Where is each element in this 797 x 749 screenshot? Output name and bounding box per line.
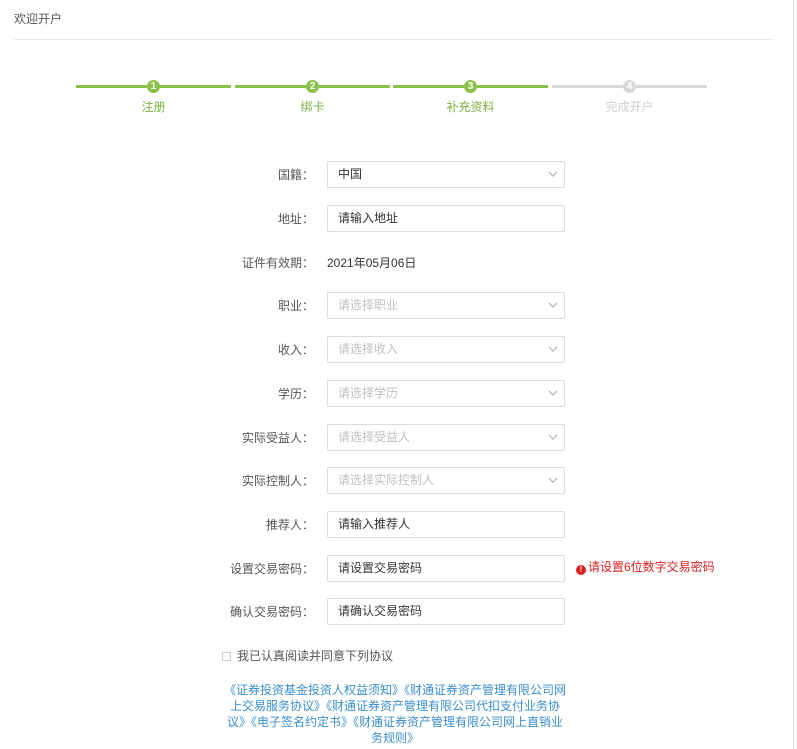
income-select[interactable]: 请选择收入 xyxy=(327,336,565,363)
nationality-label: 国籍： xyxy=(277,168,314,182)
referrer-input[interactable]: 请输入推荐人 xyxy=(327,511,565,538)
address-placeholder: 请输入地址 xyxy=(338,211,399,225)
step-label-2: 绑卡 xyxy=(300,100,325,114)
nationality-row: 国籍： 中国 xyxy=(0,161,797,189)
income-label: 收入： xyxy=(277,343,314,357)
step-label-3: 补充资料 xyxy=(446,100,495,114)
trade-password-label: 设置交易密码： xyxy=(229,562,314,576)
chevron-down-icon xyxy=(548,346,558,352)
beneficiary-select[interactable]: 请选择受益人 xyxy=(327,424,565,451)
chevron-down-icon xyxy=(548,390,558,396)
controller-label: 实际控制人： xyxy=(241,474,314,488)
chevron-down-icon xyxy=(548,171,558,177)
nationality-select[interactable]: 中国 xyxy=(327,161,565,188)
agreement-link-direct-sales-rules[interactable]: 《财通证券资产管理有限公司网上直销业务规则》 xyxy=(353,715,563,745)
confirm-password-row: 确认交易密码： 请确认交易密码 xyxy=(0,598,797,626)
trade-password-error: ! 请设置6位数字交易密码 xyxy=(576,555,715,580)
chevron-down-icon xyxy=(548,434,558,440)
education-label: 学历： xyxy=(277,387,314,401)
trade-password-error-text: 请设置6位数字交易密码 xyxy=(588,560,715,574)
occupation-select[interactable]: 请选择职业 xyxy=(327,292,565,319)
agreement-checkbox[interactable] xyxy=(222,652,231,661)
referrer-row: 推荐人： 请输入推荐人 xyxy=(0,511,797,539)
controller-placeholder: 请选择实际控制人 xyxy=(338,473,435,487)
error-icon: ! xyxy=(576,565,586,575)
education-row: 学历： 请选择学历 xyxy=(0,380,797,408)
occupation-placeholder: 请选择职业 xyxy=(338,298,399,312)
nationality-value: 中国 xyxy=(338,167,363,181)
step-label-1: 注册 xyxy=(141,100,166,114)
trade-password-input[interactable]: 请设置交易密码 xyxy=(327,555,565,582)
education-placeholder: 请选择学历 xyxy=(338,386,399,400)
step-number-4: 4 xyxy=(623,80,636,93)
step-number-2: 2 xyxy=(306,80,319,93)
beneficiary-label: 实际受益人： xyxy=(241,431,314,445)
agreement-link-investor-rights[interactable]: 《证券投资基金投资人权益须知》 xyxy=(224,683,404,697)
confirm-password-placeholder: 请确认交易密码 xyxy=(338,604,423,618)
agreement-label: 我已认真阅读并同意下列协议 xyxy=(237,649,394,663)
address-input[interactable]: 请输入地址 xyxy=(327,205,565,232)
controller-select[interactable]: 请选择实际控制人 xyxy=(327,467,565,494)
agreement-links: 《证券投资基金投资人权益须知》《财通证券资产管理有限公司网上交易服务协议》《财通… xyxy=(222,682,568,746)
referrer-placeholder: 请输入推荐人 xyxy=(338,517,411,531)
confirm-password-label: 确认交易密码： xyxy=(229,605,314,619)
step-label-4: 完成开户 xyxy=(605,100,654,114)
address-label: 地址： xyxy=(277,212,314,226)
controller-row: 实际控制人： 请选择实际控制人 xyxy=(0,467,797,495)
income-row: 收入： 请选择收入 xyxy=(0,336,797,364)
beneficiary-placeholder: 请选择受益人 xyxy=(338,430,411,444)
step-number-3: 3 xyxy=(464,80,477,93)
address-row: 地址： 请输入地址 xyxy=(0,205,797,233)
occupation-row: 职业： 请选择职业 xyxy=(0,292,797,320)
education-select[interactable]: 请选择学历 xyxy=(327,380,565,407)
trade-password-row: 设置交易密码： 请设置交易密码 ! 请设置6位数字交易密码 xyxy=(0,555,797,583)
referrer-label: 推荐人： xyxy=(265,518,314,532)
trade-password-placeholder: 请设置交易密码 xyxy=(338,561,423,575)
step-number-1: 1 xyxy=(147,80,160,93)
agreement-link-e-signature[interactable]: 《电子签名约定书》 xyxy=(251,715,353,729)
id-validity-row: 证件有效期： 2021年05月06日 xyxy=(0,249,797,277)
id-validity-value: 2021年05月06日 xyxy=(327,256,417,270)
progress-steps: 1 2 3 4 注册 绑卡 补充资料 完成开户 xyxy=(0,0,797,120)
income-placeholder: 请选择收入 xyxy=(338,342,399,356)
beneficiary-row: 实际受益人： 请选择受益人 xyxy=(0,424,797,452)
id-validity-label: 证件有效期： xyxy=(241,256,314,270)
chevron-down-icon xyxy=(548,302,558,308)
occupation-label: 职业： xyxy=(277,299,314,313)
chevron-down-icon xyxy=(548,477,558,483)
confirm-password-input[interactable]: 请确认交易密码 xyxy=(327,598,565,625)
